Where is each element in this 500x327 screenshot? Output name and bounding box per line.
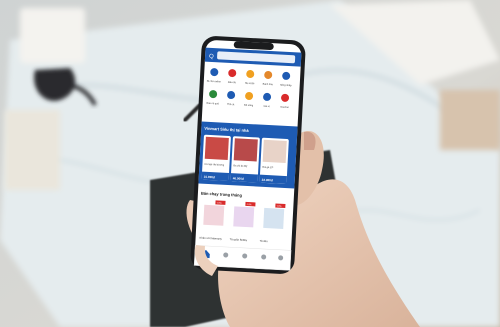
discount-badge: -10% <box>246 204 251 206</box>
product-price: 46.000đ <box>233 176 244 181</box>
app-header-title: Q <box>209 54 214 60</box>
photo-scene: Q Đi chợ online Siêu thị Mẹ & Bé Bách hó… <box>0 0 500 327</box>
photo-svg: Q Đi chợ online Siêu thị Mẹ & Bé Bách hó… <box>0 0 500 327</box>
category-label[interactable]: Gia vị <box>263 105 270 108</box>
flash-sale-card[interactable]: Đùi gà CP 22.900đ <box>259 137 289 185</box>
category-label[interactable]: Siêu thị <box>228 81 237 84</box>
product-price: 22.900đ <box>262 178 273 183</box>
product-name: Tã dán <box>259 239 268 243</box>
white-box <box>20 8 85 63</box>
flash-sale-card[interactable]: Ba chỉ bò Mỹ 46.000đ <box>230 136 260 183</box>
cream-box <box>5 110 60 190</box>
category-label[interactable]: Đồ uống <box>244 104 254 108</box>
category-label[interactable]: Bách hóa <box>263 83 274 87</box>
product-price: 31.900đ <box>204 175 215 180</box>
product-name: Đùi gà CP <box>262 166 273 170</box>
category-label[interactable]: Thịt cá <box>227 103 235 106</box>
flash-sale-card[interactable]: Cá ngừ đại dương 31.900đ <box>201 134 231 182</box>
category-label[interactable]: Mẹ & Bé <box>245 82 255 86</box>
discount-badge: -10% <box>276 206 281 208</box>
phone: Q Đi chợ online Siêu thị Mẹ & Bé Bách hó… <box>190 36 306 274</box>
category-label[interactable]: Voucher <box>280 106 289 109</box>
discount-badge: -15% <box>216 202 221 204</box>
